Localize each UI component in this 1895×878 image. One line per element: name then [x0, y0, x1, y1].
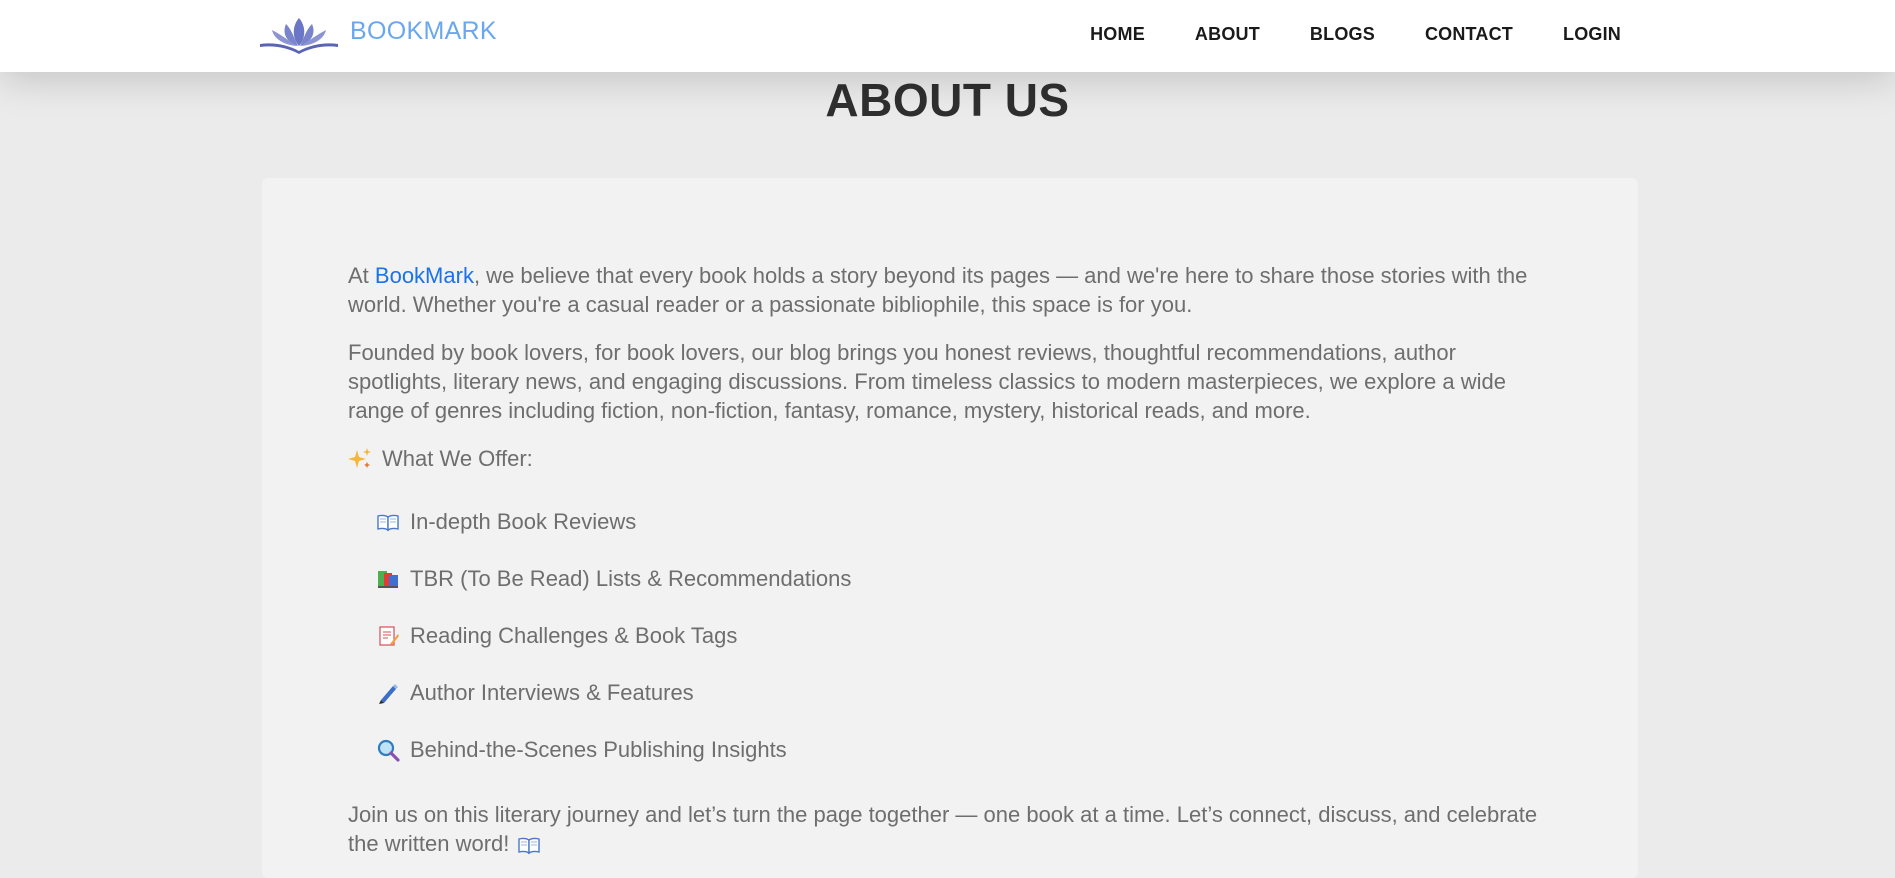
list-item: Author Interviews & Features: [376, 664, 1548, 721]
nav-blogs[interactable]: BLOGS: [1310, 24, 1375, 45]
nav-about[interactable]: ABOUT: [1195, 24, 1260, 45]
page-title: ABOUT US: [825, 74, 1070, 126]
offer-label: Reading Challenges & Book Tags: [410, 623, 738, 648]
main-nav: HOME ABOUT BLOGS CONTACT LOGIN: [1090, 24, 1621, 45]
list-item: Reading Challenges & Book Tags: [376, 607, 1548, 664]
brand-mention: BookMark: [374, 263, 474, 288]
offer-heading-text: What We Offer:: [382, 446, 533, 471]
open-book-icon: [518, 837, 541, 855]
closing-paragraph: Join us on this literary journey and let…: [348, 800, 1548, 858]
magnifier-icon: [377, 739, 400, 762]
about-card: At BookMark, we believe that every book …: [262, 178, 1638, 878]
nav-login[interactable]: LOGIN: [1563, 24, 1621, 45]
founded-paragraph: Founded by book lovers, for book lovers,…: [348, 340, 1506, 423]
nav-home[interactable]: HOME: [1090, 24, 1145, 45]
brand-link[interactable]: BOOKMARK: [258, 14, 497, 58]
about-content: At BookMark, we believe that every book …: [348, 261, 1548, 858]
books-stack-icon: [378, 570, 398, 588]
nav-contact[interactable]: CONTACT: [1425, 24, 1513, 45]
offer-label: Behind-the-Scenes Publishing Insights: [410, 737, 787, 762]
offer-label: In-depth Book Reviews: [410, 509, 637, 534]
sparkles-icon: [348, 447, 371, 468]
list-item: In-depth Book Reviews: [376, 493, 1548, 550]
intro-paragraph: At BookMark, we believe that every book …: [348, 261, 1548, 319]
lotus-book-logo-icon: [260, 18, 338, 54]
brand-name: BOOKMARK: [350, 16, 497, 45]
offer-label: Author Interviews & Features: [410, 680, 694, 705]
intro-prefix: At: [348, 263, 375, 288]
list-item: Behind-the-Scenes Publishing Insights: [376, 721, 1548, 778]
list-item: TBR (To Be Read) Lists & Recommendations: [376, 550, 1548, 607]
offer-label: TBR (To Be Read) Lists & Recommendations: [410, 566, 852, 591]
pen-icon: [379, 683, 398, 704]
offer-heading: What We Offer:: [348, 444, 1548, 473]
navbar: BOOKMARK HOME ABOUT BLOGS CONTACT LOGIN: [0, 0, 1895, 72]
open-book-icon: [377, 514, 399, 531]
offer-list: In-depth Book Reviews TBR (To Be Read) L…: [348, 493, 1548, 778]
intro-text: , we believe that every book holds a sto…: [348, 263, 1528, 317]
memo-icon: [379, 625, 399, 646]
